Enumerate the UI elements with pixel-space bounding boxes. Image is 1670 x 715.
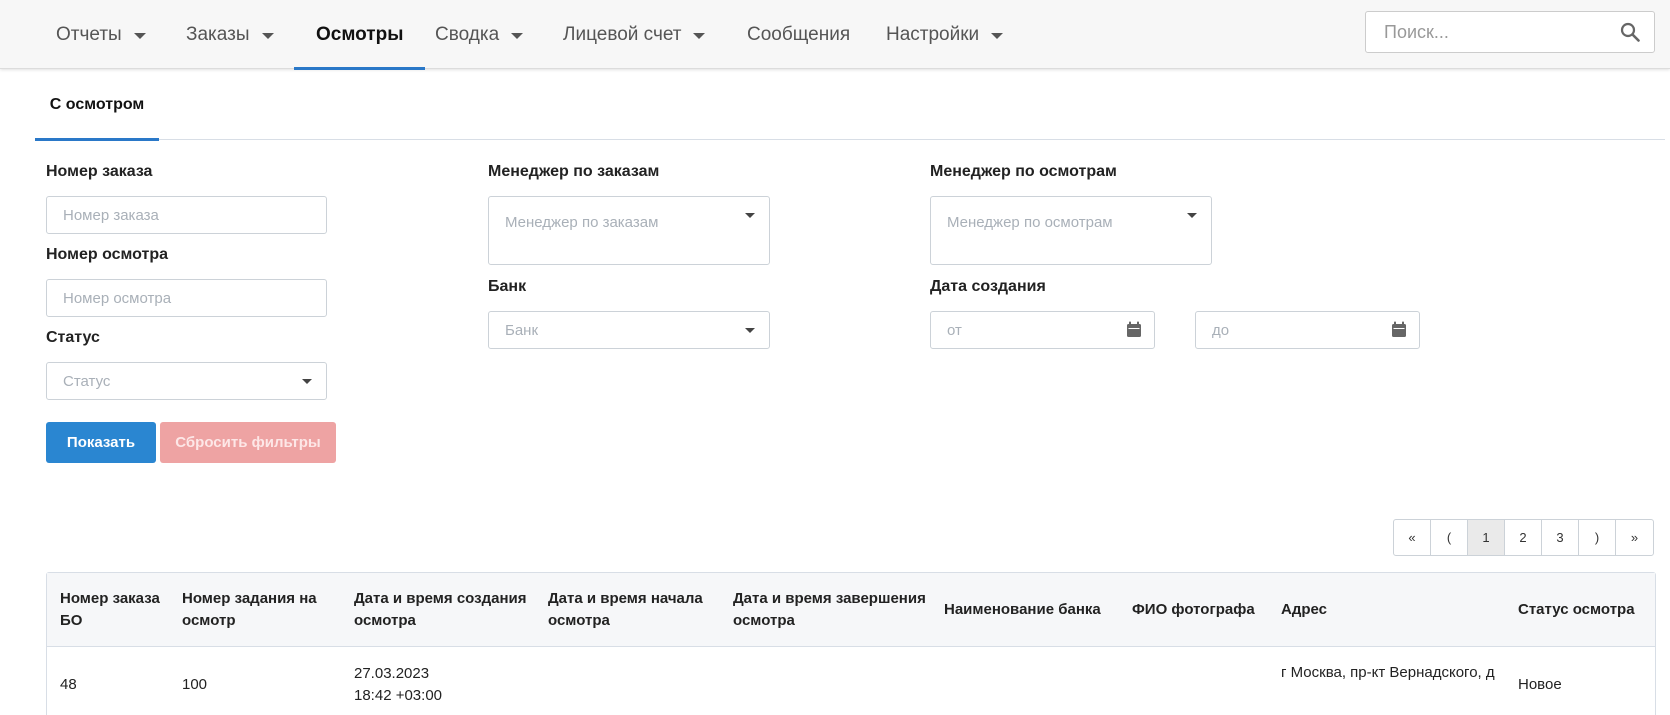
nav-item-account[interactable]: Лицевой счет <box>563 0 706 69</box>
nav-item-label: Сообщения <box>747 23 851 45</box>
inspection-number-field <box>46 279 327 317</box>
status-select[interactable]: Статус <box>46 362 327 400</box>
nav-item-settings[interactable]: Настройки <box>886 0 1004 69</box>
header-line: осмотр <box>182 612 236 629</box>
column-header-task[interactable]: Номер задания на осмотр <box>182 573 347 647</box>
inspection-number-input[interactable] <box>63 280 326 316</box>
search-icon[interactable] <box>1620 22 1640 42</box>
cell-created-time: 18:42 +03:00 <box>354 687 443 704</box>
pagination-first[interactable]: « <box>1394 520 1431 555</box>
status-placeholder: Статус <box>63 372 111 390</box>
created-date-to-field <box>1195 311 1420 349</box>
created-date-label: Дата создания <box>930 278 1046 295</box>
column-header-photographer[interactable]: ФИО фотографа <box>1132 573 1272 647</box>
chevron-down-icon <box>133 32 146 39</box>
pagination-next[interactable]: ) <box>1579 520 1616 555</box>
nav-item-label: Осмотры <box>316 23 404 45</box>
tab-with-inspection[interactable]: С осмотром <box>35 69 159 141</box>
show-button[interactable]: Показать <box>46 422 156 463</box>
nav-item-label: Отчеты <box>56 23 122 45</box>
header-line: Дата и время начала <box>548 590 703 607</box>
cell-created-date: 27.03.2023 <box>354 665 430 682</box>
column-header-bank[interactable]: Наименование банка <box>944 573 1124 647</box>
header-line: БО <box>60 612 83 629</box>
column-header-created[interactable]: Дата и время создания осмотра <box>354 573 544 647</box>
calendar-icon[interactable] <box>1126 321 1142 338</box>
header-line: Номер задания на <box>182 590 317 607</box>
cell-status: Новое <box>1518 676 1562 693</box>
bank-select[interactable]: Банк <box>488 311 770 349</box>
nav-item-reports[interactable]: Отчеты <box>56 0 146 69</box>
column-header-status[interactable]: Статус осмотра <box>1518 573 1648 647</box>
header-line: осмотра <box>548 612 610 629</box>
chevron-down-icon <box>302 379 312 384</box>
created-date-from-input[interactable] <box>947 312 1154 348</box>
chevron-down-icon <box>511 32 524 39</box>
nav-item-label: Сводка <box>435 23 500 45</box>
pagination-page-3[interactable]: 3 <box>1542 520 1579 555</box>
inspection-manager-label: Менеджер по осмотрам <box>930 163 1117 180</box>
column-header-finish[interactable]: Дата и время завершения осмотра <box>733 573 933 647</box>
header-line: Дата и время завершения <box>733 590 926 607</box>
reset-filters-button[interactable]: Сбросить фильтры <box>160 422 336 463</box>
nav-item-messages[interactable]: Сообщения <box>747 0 850 69</box>
chevron-down-icon <box>745 213 755 218</box>
pagination: « ( 1 2 3 ) » <box>1393 519 1654 556</box>
chevron-down-icon <box>745 328 755 333</box>
cell-address: г Москва, пр-кт Вернадского, д <box>1281 664 1495 681</box>
nav-item-label: Лицевой счет <box>563 23 682 45</box>
chevron-down-icon <box>261 32 274 39</box>
chevron-down-icon <box>1187 213 1197 218</box>
calendar-icon[interactable] <box>1391 321 1407 338</box>
nav-item-label: Настройки <box>886 23 980 45</box>
chevron-down-icon <box>991 32 1004 39</box>
cell-order-bo: 48 <box>60 676 77 693</box>
column-header-start[interactable]: Дата и время начала осмотра <box>548 573 728 647</box>
subtabs: С осмотром <box>35 69 1665 141</box>
search-input[interactable] <box>1366 12 1606 52</box>
inspection-number-label: Номер осмотра <box>46 246 169 263</box>
column-header-order-bo[interactable]: Номер заказа БО <box>60 573 175 647</box>
status-label: Статус <box>46 329 100 346</box>
bank-placeholder: Банк <box>505 321 539 339</box>
pagination-last[interactable]: » <box>1616 520 1653 555</box>
nav-item-inspections[interactable]: Осмотры <box>293 0 426 70</box>
header-line: Номер заказа <box>60 590 160 607</box>
created-date-to-input[interactable] <box>1212 312 1419 348</box>
cell-task: 100 <box>182 676 208 693</box>
table-header: Номер заказа БО Номер задания на осмотр Да… <box>47 573 1655 647</box>
header-line: осмотра <box>733 612 795 629</box>
pagination-prev[interactable]: ( <box>1431 520 1468 555</box>
order-number-field <box>46 196 327 234</box>
chevron-down-icon <box>693 32 706 39</box>
created-date-from-field <box>930 311 1155 349</box>
inspections-table: Номер заказа БО Номер задания на осмотр Да… <box>46 572 1656 715</box>
inspection-manager-placeholder: Менеджер по осмотрам <box>947 214 1113 231</box>
nav-item-summary[interactable]: Сводка <box>435 0 524 69</box>
header-line: Дата и время создания <box>354 590 527 607</box>
order-manager-select[interactable]: Менеджер по заказам <box>488 196 770 265</box>
pagination-page-1[interactable]: 1 <box>1468 520 1505 555</box>
column-header-address[interactable]: Адрес <box>1281 573 1481 647</box>
top-navbar: Отчеты Заказы Осмотры Сводка Лицевой сче… <box>0 0 1670 70</box>
order-manager-label: Менеджер по заказам <box>488 163 660 180</box>
pagination-page-2[interactable]: 2 <box>1505 520 1542 555</box>
inspection-manager-select[interactable]: Менеджер по осмотрам <box>930 196 1212 265</box>
order-number-label: Номер заказа <box>46 163 153 180</box>
order-manager-placeholder: Менеджер по заказам <box>505 214 659 231</box>
order-number-input[interactable] <box>63 197 326 233</box>
search-box <box>1365 11 1655 53</box>
bank-label: Банк <box>488 278 527 295</box>
nav-item-label: Заказы <box>186 23 250 45</box>
cell-created: 27.03.2023 18:42 +03:00 <box>354 647 442 715</box>
header-line: осмотра <box>354 612 416 629</box>
nav-item-orders[interactable]: Заказы <box>186 0 274 69</box>
